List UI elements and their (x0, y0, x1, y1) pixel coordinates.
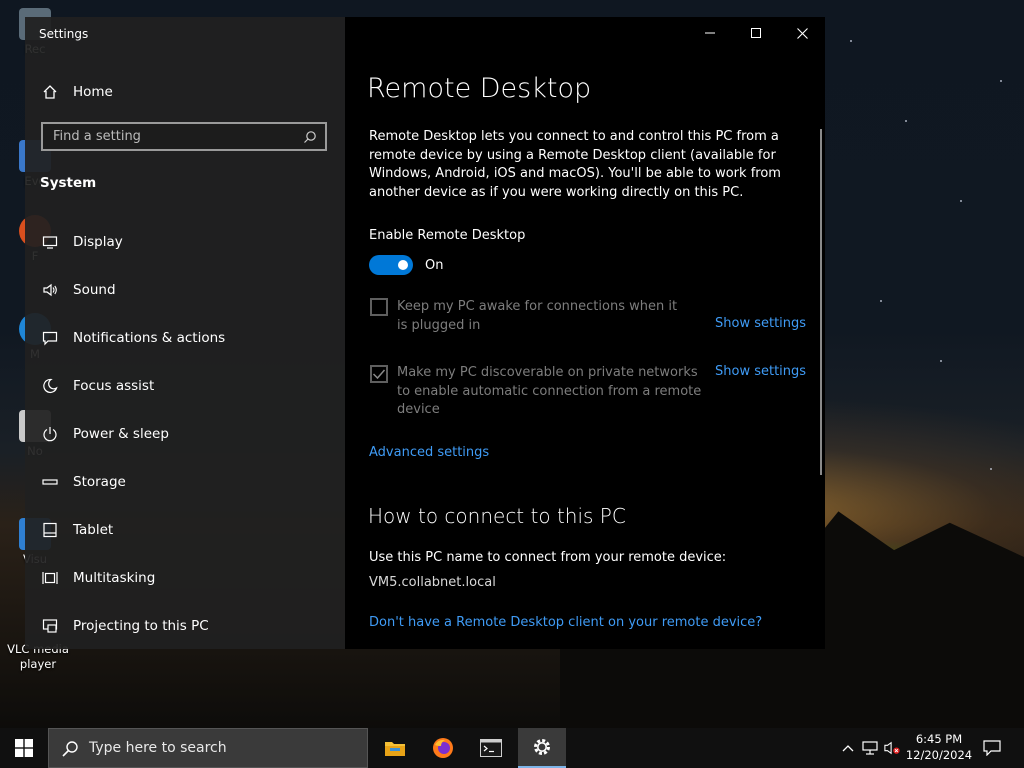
find-setting-input[interactable] (43, 124, 313, 149)
taskbar: Type here to search 6:45 PM 12/20/2024 (0, 728, 1024, 768)
star (880, 300, 882, 302)
star (1000, 80, 1002, 82)
remote-desktop-toggle[interactable] (369, 255, 413, 275)
keep-awake-label: Keep my PC awake for connections when it… (397, 299, 678, 333)
scrollbar[interactable] (820, 129, 822, 475)
sidebar-item-storage[interactable]: Storage (25, 458, 345, 506)
sidebar-item-label: Notifications & actions (73, 330, 226, 346)
taskbar-search-placeholder: Type here to search (89, 740, 227, 756)
minimize-button[interactable] (687, 17, 733, 49)
discoverable-checkbox[interactable] (370, 365, 388, 383)
sidebar-item-label: Sound (73, 282, 116, 298)
star (960, 200, 962, 202)
toggle-state-label: On (425, 258, 444, 273)
star (940, 360, 942, 362)
sidebar-item-notifications[interactable]: Notifications & actions (25, 314, 345, 362)
moon-icon (42, 378, 58, 394)
keep-awake-checkbox[interactable] (370, 298, 388, 316)
how-to-connect-heading: How to connect to this PC (368, 504, 626, 528)
nav-home-label: Home (73, 84, 113, 100)
taskbar-terminal[interactable] (467, 728, 515, 768)
show-settings-link-awake[interactable]: Show settings (715, 316, 806, 331)
monitor-icon (42, 234, 58, 250)
projector-icon (42, 618, 58, 634)
settings-window: Settings Home System Display Sound (25, 17, 825, 649)
advanced-settings-link[interactable]: Advanced settings (369, 445, 489, 460)
sidebar-item-focus-assist[interactable]: Focus assist (25, 362, 345, 410)
sidebar-item-projecting[interactable]: Projecting to this PC (25, 602, 345, 650)
system-nav-list: Display Sound Notifications & actions Fo… (25, 218, 345, 650)
pc-name-instruction: Use this PC name to connect from your re… (369, 550, 727, 565)
taskbar-firefox[interactable] (419, 728, 467, 768)
star (905, 120, 907, 122)
star (990, 468, 992, 470)
sidebar-item-tablet[interactable]: Tablet (25, 506, 345, 554)
checkmark-icon (372, 369, 386, 380)
show-settings-link-discoverable[interactable]: Show settings (715, 364, 806, 379)
page-title: Remote Desktop (367, 73, 592, 104)
app-title: Settings (39, 27, 89, 41)
taskbar-file-explorer[interactable] (371, 728, 419, 768)
firefox-icon (433, 738, 453, 758)
pc-name-value: VM5.collabnet.local (369, 575, 496, 590)
sidebar-item-power-sleep[interactable]: Power & sleep (25, 410, 345, 458)
tablet-icon (42, 522, 58, 538)
settings-gear-icon (534, 739, 550, 755)
search-icon (62, 741, 78, 757)
sidebar-item-label: Display (73, 234, 123, 250)
maximize-button[interactable] (733, 17, 779, 49)
power-icon (42, 426, 58, 442)
section-header-system: System (40, 175, 97, 191)
clock-date: 12/20/2024 (905, 748, 973, 762)
terminal-icon (480, 739, 502, 757)
sidebar-item-sound[interactable]: Sound (25, 266, 345, 314)
nav-home[interactable]: Home (25, 77, 345, 107)
settings-content: Remote Desktop Remote Desktop lets you c… (345, 17, 825, 649)
page-description: Remote Desktop lets you connect to and c… (369, 129, 781, 200)
file-explorer-icon (385, 742, 405, 756)
sidebar-item-label: Storage (73, 474, 126, 490)
get-client-link[interactable]: Don't have a Remote Desktop client on yo… (369, 615, 762, 630)
storage-icon (42, 474, 58, 490)
taskbar-settings[interactable] (518, 728, 566, 768)
sidebar-item-label: Tablet (73, 522, 114, 538)
sidebar-item-label: Focus assist (73, 378, 155, 394)
search-icon[interactable] (303, 129, 317, 148)
sidebar-item-multitasking[interactable]: Multitasking (25, 554, 345, 602)
multitasking-icon (42, 570, 58, 586)
clock-time: 6:45 PM (915, 732, 963, 746)
enable-remote-desktop-label: Enable Remote Desktop (369, 228, 526, 243)
taskbar-search-box[interactable]: Type here to search (48, 728, 368, 768)
show-hidden-icons-chevron-up-icon[interactable] (840, 740, 856, 756)
home-icon (42, 84, 58, 100)
start-button[interactable] (0, 728, 48, 768)
volume-muted-icon[interactable] (884, 740, 900, 756)
windows-logo-icon (15, 739, 33, 757)
action-center-notification-icon[interactable] (982, 739, 1002, 757)
star (850, 40, 852, 42)
network-icon[interactable] (862, 740, 878, 756)
discoverable-label: Make my PC discoverable on private netwo… (397, 365, 702, 417)
taskbar-clock[interactable]: 6:45 PM 12/20/2024 (900, 731, 978, 763)
sidebar-item-label: Power & sleep (73, 426, 169, 442)
sidebar-item-label: Projecting to this PC (73, 618, 209, 634)
settings-sidebar: Settings Home System Display Sound (25, 17, 345, 649)
toggle-knob (398, 260, 408, 270)
sidebar-item-label: Multitasking (73, 570, 156, 586)
close-button[interactable] (779, 17, 825, 49)
sidebar-item-display[interactable]: Display (25, 218, 345, 266)
speaker-icon (42, 282, 58, 298)
find-setting-box (41, 122, 327, 151)
message-icon (42, 330, 58, 346)
